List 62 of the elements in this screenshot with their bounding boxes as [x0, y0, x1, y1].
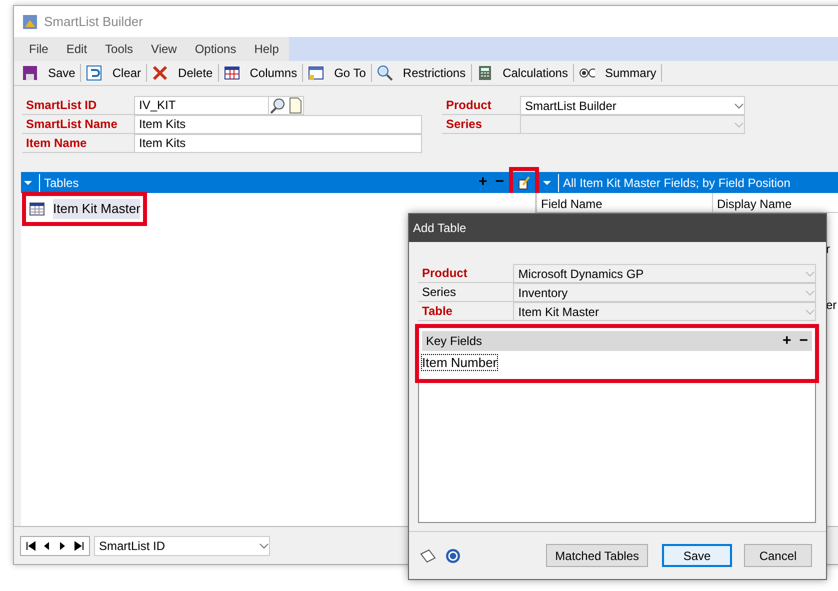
menu-item[interactable]: Edit [57, 40, 96, 58]
toolbar-button[interactable]: Summary [574, 64, 662, 82]
navigation-button[interactable] [25, 540, 37, 552]
undo-icon [86, 65, 102, 81]
text-field[interactable]: Item Kits [134, 115, 422, 134]
new-document-icon [287, 97, 303, 114]
toolbar-button[interactable]: Clear [81, 64, 148, 82]
chevron-icon [734, 102, 744, 110]
navigation-button[interactable] [73, 540, 85, 552]
list-item[interactable]: Item Number [422, 355, 498, 370]
edit-icon [518, 176, 530, 190]
first-record-icon [25, 540, 37, 552]
menu-item[interactable]: File [20, 40, 58, 58]
menu-item[interactable]: Options [186, 40, 246, 58]
app-icon [22, 14, 38, 30]
dropdown[interactable]: SmartList Builder [520, 96, 745, 115]
dialog-title: Add Table [409, 214, 826, 242]
toolbar-button[interactable]: Go To [303, 64, 372, 82]
dropdown[interactable]: Inventory [513, 283, 816, 302]
calculator-icon [476, 65, 493, 81]
chevron-icon [734, 120, 744, 128]
section-title: Key Fields [426, 333, 482, 350]
table-icon [224, 65, 240, 81]
toolbar-button[interactable]: Columns [218, 64, 304, 82]
delete-icon [152, 65, 168, 81]
cell-text: r [826, 241, 830, 258]
pane-title: Tables [39, 174, 79, 192]
search-icon [376, 65, 393, 81]
remove-button[interactable]: − [799, 330, 808, 352]
toolbar-button[interactable]: Restrictions [372, 64, 472, 82]
search-icon [269, 97, 287, 114]
menu-item[interactable]: View [142, 40, 186, 58]
toolbar-button[interactable]: Save [17, 64, 82, 82]
chevron-icon [259, 542, 269, 550]
menu-item[interactable]: Help [245, 40, 288, 58]
pane-title: All Item Kit Master Fields; by Field Position [558, 174, 790, 192]
window-icon [308, 65, 324, 81]
chevron-icon [805, 308, 815, 316]
dropdown[interactable]: Item Kit Master [513, 302, 816, 321]
menu-item[interactable]: Tools [96, 40, 142, 58]
text-field[interactable]: IV_KIT [134, 96, 304, 115]
column-header[interactable]: Display Name [712, 193, 838, 212]
toolbar-button[interactable]: Calculations [472, 64, 574, 82]
window-title: SmartList Builder [44, 12, 143, 31]
add-button[interactable]: + [478, 171, 488, 194]
help-icon [445, 548, 461, 564]
dropdown[interactable]: SmartList ID [94, 536, 270, 556]
edit-button[interactable] [512, 170, 536, 196]
dialog-button[interactable]: Save [662, 544, 732, 567]
column-header[interactable]: Field Name [536, 193, 712, 212]
text-field[interactable]: Item Kits [134, 134, 422, 153]
table-icon [29, 202, 45, 216]
chevron-icon [805, 270, 815, 278]
remove-button[interactable]: − [495, 171, 504, 194]
dialog-button[interactable]: Cancel [744, 544, 812, 567]
dropdown[interactable]: Microsoft Dynamics GP [513, 264, 816, 283]
add-button[interactable]: + [782, 330, 792, 352]
save-icon [22, 65, 38, 81]
toolbar-button[interactable]: Delete [147, 64, 219, 82]
chevron-icon [805, 288, 815, 296]
last-record-icon [73, 540, 85, 552]
dialog-button[interactable]: Matched Tables [546, 544, 648, 567]
